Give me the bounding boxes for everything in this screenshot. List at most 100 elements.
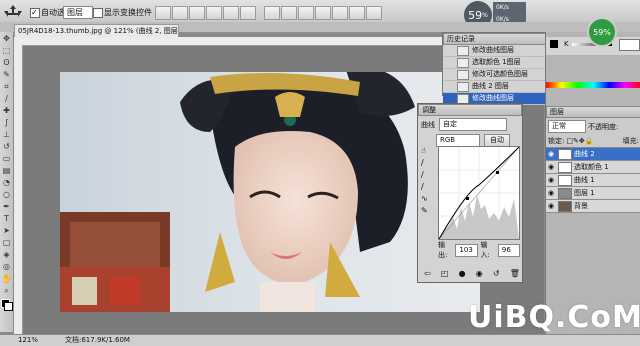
lock-label: 锁定: — [548, 137, 565, 145]
dodge-tool-icon[interactable]: ○ — [1, 189, 12, 200]
auto-select-dropdown[interactable]: 图层 — [63, 6, 93, 19]
layer-row[interactable]: ◉ 曲线 2 — [546, 148, 640, 161]
crop-tool-icon[interactable]: ⌗ — [1, 81, 12, 92]
lock-icons[interactable]: □✎✥🔒 — [566, 137, 593, 145]
clip-layer-icon[interactable]: ◰ — [441, 269, 449, 278]
layers-tab[interactable]: 图层 — [546, 106, 640, 118]
watermark: UiBQ.CoM — [468, 300, 640, 335]
eyedropper-icon[interactable]: ∕ — [1, 93, 12, 104]
quick-select-icon[interactable]: ✎ — [1, 69, 12, 80]
eye-icon[interactable]: ◉ — [546, 189, 556, 197]
distribute-top-button[interactable] — [264, 6, 280, 20]
auto-align-button[interactable] — [366, 6, 382, 20]
white-point-eyedropper-icon[interactable]: ∕ — [421, 182, 433, 194]
blend-mode-dropdown[interactable]: 正常 — [548, 120, 586, 133]
history-step-icon — [457, 93, 469, 104]
color-ramp[interactable] — [546, 82, 640, 88]
gradient-tool-icon[interactable]: ▤ — [1, 165, 12, 176]
layers-panel: 图层 正常 不透明度: 锁定: □✎✥🔒 填充: ◉ 曲线 2 ◉ 选取颜色 1 ◉ 曲线… — [546, 106, 640, 213]
layer-thumbnail — [558, 187, 572, 199]
layer-row[interactable]: ◉ 选取颜色 1 — [546, 161, 640, 174]
eraser-icon[interactable]: ▭ — [1, 153, 12, 164]
auto-select-checkbox[interactable] — [30, 8, 40, 18]
history-brush-icon[interactable]: ↺ — [1, 141, 12, 152]
doc-size: 文档:617.9K/1.60M — [65, 336, 130, 344]
status-bar: 121% 文档:617.9K/1.60M — [0, 334, 640, 346]
shape-tool-icon[interactable]: ▢ — [1, 237, 12, 248]
healing-brush-icon[interactable]: ✚ — [1, 105, 12, 116]
return-icon[interactable]: ⇦ — [424, 269, 431, 278]
clone-stamp-icon[interactable]: ⊥ — [1, 129, 12, 140]
history-item[interactable]: 修改可选颜色图层 — [443, 69, 546, 81]
reset-icon[interactable]: ↺ — [493, 269, 500, 278]
distribute-middle-button[interactable] — [281, 6, 297, 20]
show-transform-checkbox[interactable] — [93, 8, 103, 18]
layer-name: 背景 — [574, 202, 588, 210]
eye-icon[interactable]: ◉ — [546, 176, 556, 184]
distribute-bottom-button[interactable] — [298, 6, 314, 20]
zoom-tool-icon[interactable]: ⌕ — [1, 285, 12, 296]
toolbox: ✥ ⬚ ʘ ✎ ⌗ ∕ ✚ ∫ ⊥ ↺ ▭ ▤ ◔ ○ ✒ T ➤ ▢ ◈ ◎ … — [0, 32, 14, 332]
hand-tool-icon[interactable]: ✋ — [1, 273, 12, 284]
align-bottom-button[interactable] — [189, 6, 205, 20]
align-left-button[interactable] — [206, 6, 222, 20]
view-previous-icon[interactable]: ◉ — [476, 269, 483, 278]
history-item[interactable]: 曲线 2 图层 — [443, 81, 546, 93]
pencil-draw-icon[interactable]: ✎ — [421, 206, 433, 218]
move-tool-icon[interactable] — [4, 5, 22, 17]
marquee-tool-icon[interactable]: ⬚ — [1, 45, 12, 56]
pen-tool-icon[interactable]: ✒ — [1, 201, 12, 212]
type-tool-icon[interactable]: T — [1, 213, 12, 224]
preset-dropdown[interactable]: 自定 — [439, 118, 507, 131]
show-transform-label: 显示变换控件 — [104, 8, 152, 17]
distribute-center-button[interactable] — [332, 6, 348, 20]
move-tool-icon[interactable]: ✥ — [1, 33, 12, 44]
history-step-icon — [457, 69, 469, 80]
3d-rotate-icon[interactable]: ◈ — [1, 249, 12, 260]
layer-row[interactable]: ◉ 图层 1 — [546, 187, 640, 200]
zoom-level[interactable]: 121% — [18, 335, 38, 346]
color-swatches[interactable] — [1, 299, 13, 311]
adjustments-panel: 调整 曲线 自定 RGB 自动 ☝ ∕ ∕ ∕ ∿ ✎ 输出: 103 输入: — [417, 103, 523, 283]
eye-icon[interactable]: ◉ — [546, 150, 556, 158]
fg-color-chip[interactable] — [550, 40, 558, 48]
gray-point-eyedropper-icon[interactable]: ∕ — [421, 170, 433, 182]
align-center-button[interactable] — [223, 6, 239, 20]
lasso-tool-icon[interactable]: ʘ — [1, 57, 12, 68]
adjust-footer: ⇦ ◰ ● ◉ ↺ 🗑 — [424, 269, 520, 278]
history-step-icon — [457, 57, 469, 68]
visibility-icon[interactable]: ● — [459, 269, 466, 278]
path-select-icon[interactable]: ➤ — [1, 225, 12, 236]
output-field[interactable]: 103 — [455, 243, 478, 257]
history-item[interactable]: 选取颜色 1图层 — [443, 57, 546, 69]
curve-tools: ☝ ∕ ∕ ∕ ∿ ✎ — [421, 146, 433, 218]
document-tab[interactable]: 05JR4D18-13.thumb.jpg @ 121% (曲线 2, 图层蒙版… — [14, 24, 179, 37]
eye-icon[interactable]: ◉ — [546, 202, 556, 210]
input-field[interactable]: 96 — [497, 243, 520, 257]
layer-row[interactable]: ◉ 背景 — [546, 200, 640, 213]
blur-tool-icon[interactable]: ◔ — [1, 177, 12, 188]
3d-orbit-icon[interactable]: ◎ — [1, 261, 12, 272]
brush-tool-icon[interactable]: ∫ — [1, 117, 12, 128]
align-right-button[interactable] — [240, 6, 256, 20]
k-value-field[interactable] — [619, 39, 640, 51]
delete-icon[interactable]: 🗑 — [510, 269, 520, 278]
right-panel-column: K 图层 正常 不透明度: 锁定: □✎✥🔒 填充: ◉ 曲线 2 ◉ 选取颜色 1 ◉… — [545, 32, 640, 334]
curves-graph[interactable] — [438, 146, 520, 240]
distribute-left-button[interactable] — [315, 6, 331, 20]
curve-edit-icon[interactable]: ∿ — [421, 194, 433, 206]
align-top-button[interactable] — [155, 6, 171, 20]
black-point-eyedropper-icon[interactable]: ∕ — [421, 158, 433, 170]
history-item[interactable]: 修改曲线图层 — [443, 45, 546, 57]
adjustments-tab[interactable]: 调整 — [418, 104, 522, 116]
distribute-right-button[interactable] — [349, 6, 365, 20]
eye-icon[interactable]: ◉ — [546, 163, 556, 171]
history-tab[interactable]: 历史记录 — [443, 33, 546, 45]
finger-tool-icon[interactable]: ☝ — [421, 146, 433, 158]
channel-k-label: K — [564, 40, 569, 48]
background-color-swatch[interactable] — [4, 302, 13, 311]
vertical-ruler — [14, 45, 23, 334]
align-middle-button[interactable] — [172, 6, 188, 20]
layer-row[interactable]: ◉ 曲线 1 — [546, 174, 640, 187]
history-item-label: 选取颜色 1图层 — [472, 58, 521, 66]
